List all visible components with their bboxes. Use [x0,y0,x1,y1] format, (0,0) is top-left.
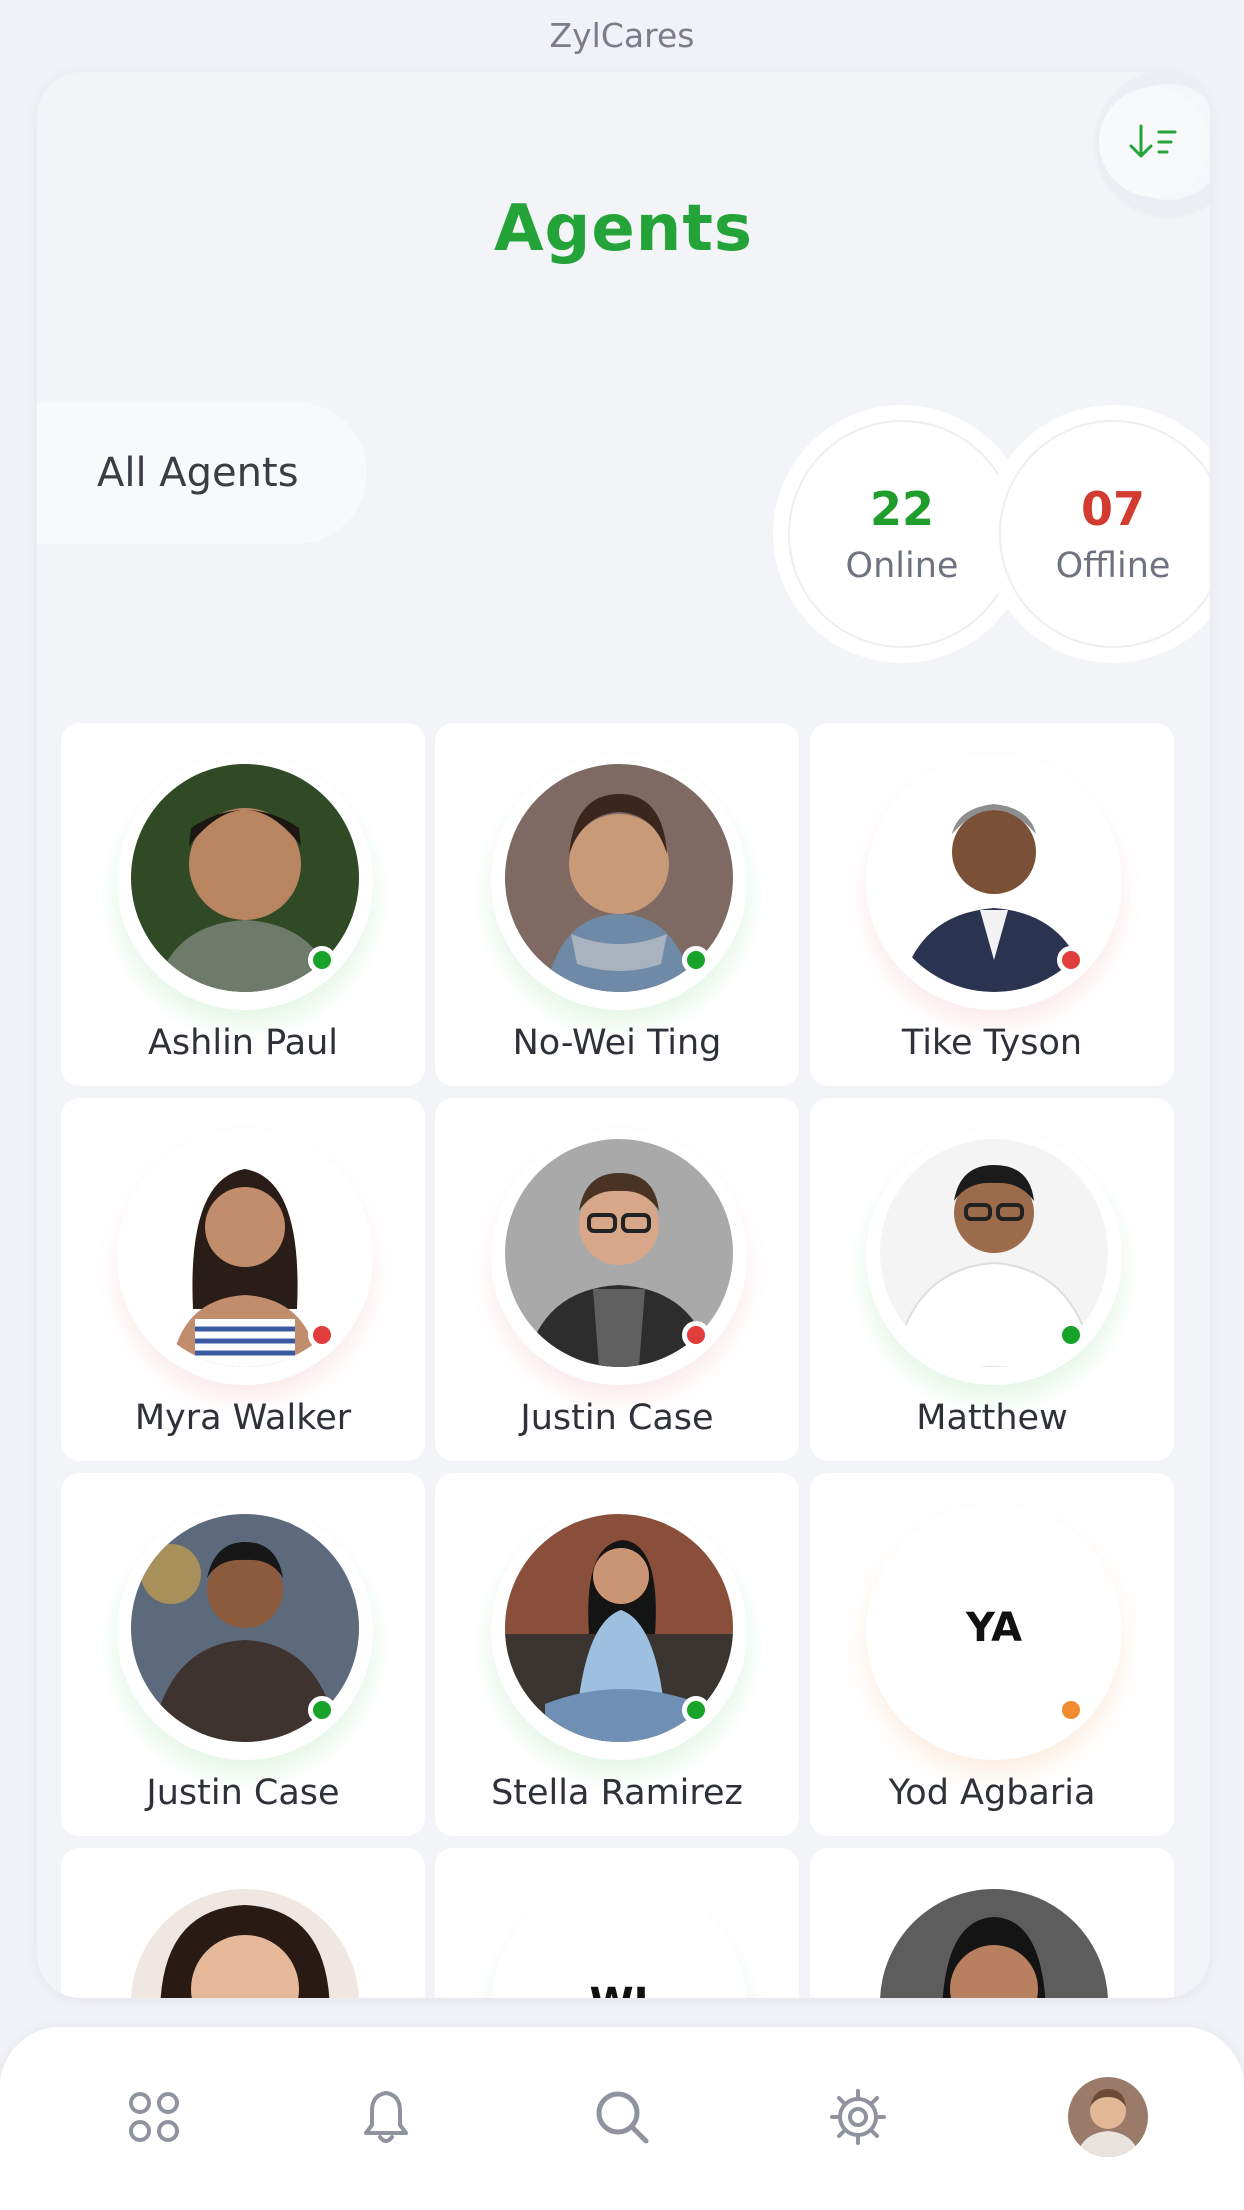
agent-card[interactable]: Ashlin Paul [61,723,425,1086]
bell-icon [364,2091,408,2143]
offline-count-label: Offline [1055,546,1171,586]
app-title: ZylCares [549,16,695,55]
avatar [505,764,733,992]
agent-card[interactable] [61,1848,425,1998]
agent-name: Matthew [916,1398,1068,1438]
avatar [880,764,1108,992]
agent-card[interactable]: Justin Case [61,1473,425,1836]
agent-name: Stella Ramirez [491,1773,743,1813]
avatar [505,1139,733,1367]
agent-card[interactable]: No-Wei Ting [435,723,799,1086]
avatar [131,764,359,992]
agent-card[interactable]: Tike Tyson [810,723,1174,1086]
avatar [131,1514,359,1742]
avatar [880,1889,1108,1998]
agent-card[interactable]: Matthew [810,1098,1174,1461]
all-agents-filter[interactable]: All Agents [37,402,367,544]
agent-card[interactable]: WJ [435,1848,799,1998]
settings-icon [830,2089,886,2145]
notifications-nav[interactable] [346,2077,426,2157]
agent-card[interactable] [810,1848,1174,1998]
agent-name: Myra Walker [134,1398,352,1438]
agent-name: Justin Case [146,1773,340,1813]
agent-name: Yod Agbaria [888,1773,1096,1813]
sort-icon [1129,124,1177,158]
agent-name: No-Wei Ting [512,1023,722,1063]
offline-count-value: 07 [1080,482,1145,536]
settings-nav[interactable] [818,2077,898,2157]
dashboard-icon [129,2092,179,2142]
profile-avatar [1068,2077,1148,2157]
agent-name: Ashlin Paul [147,1023,338,1063]
online-count-label: Online [845,546,959,586]
avatar [131,1889,359,1998]
agent-card[interactable]: Justin Case [435,1098,799,1461]
bottom-navigation [0,2027,1244,2210]
dashboard-nav[interactable] [114,2077,194,2157]
agent-name: Justin Case [520,1398,714,1438]
agent-card[interactable]: Myra Walker [61,1098,425,1461]
profile-nav[interactable] [1068,2077,1148,2157]
avatar [131,1139,359,1367]
online-count-value: 22 [869,482,934,536]
search-nav[interactable] [582,2077,662,2157]
offline-count[interactable]: 07 Offline [984,405,1210,663]
avatar: WJ [505,1889,733,1998]
avatar [880,1139,1108,1367]
avatar: YA [880,1514,1108,1742]
avatar [505,1514,733,1742]
agent-card[interactable]: Stella Ramirez [435,1473,799,1836]
agent-card[interactable]: YA Yod Agbaria [810,1473,1174,1836]
page-title: Agents [494,192,753,266]
search-icon [596,2091,649,2144]
agent-name: Tike Tyson [901,1023,1083,1063]
agents-panel: Agents All Agents 22 Online 07 Offline A… [37,72,1210,1998]
